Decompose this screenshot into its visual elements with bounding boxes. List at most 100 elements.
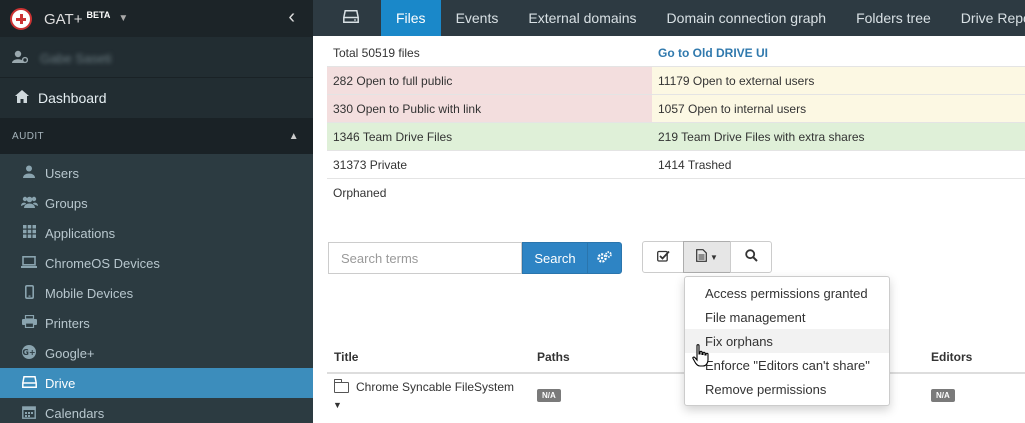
chevron-down-icon[interactable]: ▼ [118, 13, 128, 24]
file-title[interactable]: Chrome Syncable FileSystem [356, 380, 514, 394]
team-drive-stat[interactable]: 1346 Team Drive Files [327, 123, 652, 150]
gat-logo-icon[interactable] [10, 7, 32, 30]
nav-dashboard-label: Dashboard [38, 90, 107, 106]
menu-item-remove-permissions[interactable]: Remove permissions [685, 377, 889, 401]
laptop-icon [19, 255, 39, 271]
sidebar-item-calendars[interactable]: Calendars [0, 398, 313, 423]
search-input[interactable] [328, 242, 522, 274]
section-audit-label: AUDIT [12, 130, 44, 142]
open-public-stat[interactable]: 282 Open to full public [327, 67, 652, 94]
trashed-stat[interactable]: 1414 Trashed [652, 151, 1025, 178]
svg-text:G+: G+ [22, 348, 35, 357]
actions-dropdown-toggle[interactable]: ▼ [683, 241, 731, 273]
search-icon [744, 249, 758, 265]
tab-events[interactable]: Events [441, 0, 514, 36]
file-stats-table: Total 50519 files Go to Old DRIVE UI 282… [327, 39, 1025, 207]
sidebar-item-mobile-devices[interactable]: Mobile Devices [0, 278, 313, 308]
private-stat[interactable]: 31373 Private [327, 151, 652, 178]
team-drive-extra-stat[interactable]: 219 Team Drive Files with extra shares [652, 123, 1025, 150]
sidebar-item-applications[interactable]: Applications [0, 218, 313, 248]
select-all-button[interactable] [642, 241, 684, 273]
sidebar-item-label: Google+ [45, 345, 95, 361]
brand-bar: GAT+ BETA ▼ ‹ [0, 0, 313, 37]
menu-item-fix-orphans[interactable]: Fix orphans [685, 329, 889, 353]
table-header-divider [327, 372, 1025, 374]
tab-domain-connection-graph[interactable]: Domain connection graph [652, 0, 842, 36]
menu-item-enforce-editors[interactable]: Enforce "Editors can't share" [685, 353, 889, 377]
orphaned-stat[interactable]: Orphaned [327, 179, 652, 207]
search-button[interactable]: Search [522, 242, 588, 274]
home-icon [12, 90, 32, 106]
caret-down-icon: ▼ [710, 252, 718, 262]
user-name: Gabe Saseti [40, 51, 112, 66]
stat-row: Total 50519 files Go to Old DRIVE UI [327, 39, 1025, 67]
stat-row: 31373 Private 1414 Trashed [327, 151, 1025, 179]
public-link-stat[interactable]: 330 Open to Public with link [327, 95, 652, 122]
tab-folders-tree[interactable]: Folders tree [841, 0, 946, 36]
sidebar-item-printers[interactable]: Printers [0, 308, 313, 338]
empty-cell [652, 179, 1025, 207]
open-internal-stat[interactable]: 1057 Open to internal users [652, 95, 1025, 122]
sidebar-item-users[interactable]: Users [0, 158, 313, 188]
sidebar-item-label: Users [45, 165, 79, 181]
user-settings-icon [12, 50, 30, 67]
section-audit-header[interactable]: AUDIT ▲ [0, 118, 313, 154]
groups-icon [19, 196, 39, 211]
hard-drive-icon [343, 10, 359, 26]
stat-row: 1346 Team Drive Files 219 Team Drive Fil… [327, 123, 1025, 151]
sidebar-item-label: Groups [45, 195, 88, 211]
mobile-icon [19, 284, 39, 302]
tab-files[interactable]: Files [381, 0, 441, 36]
expand-row-icon[interactable]: ▼ [333, 400, 342, 410]
drive-icon [19, 375, 39, 391]
checkbox-checked-icon [656, 250, 670, 265]
google-plus-icon: G+ [19, 344, 39, 362]
search-files-button[interactable] [730, 241, 772, 273]
beta-badge: BETA [86, 9, 111, 20]
tab-external-domains[interactable]: External domains [513, 0, 651, 36]
column-header-paths[interactable]: Paths [537, 350, 570, 364]
menu-item-file-management[interactable]: File management [685, 305, 889, 329]
grid-icon [19, 225, 39, 241]
nav-dashboard[interactable]: Dashboard [0, 78, 313, 118]
audit-submenu: Users Groups Applications ChromeOS Devic… [0, 154, 313, 423]
sidebar-item-drive[interactable]: Drive [0, 368, 313, 398]
sidebar-item-label: Mobile Devices [45, 285, 134, 301]
actions-dropdown-menu: Access permissions granted File manageme… [684, 276, 890, 406]
old-drive-ui-link[interactable]: Go to Old DRIVE UI [652, 39, 1025, 66]
folder-icon [334, 378, 349, 393]
app-title[interactable]: GAT+ BETA [44, 10, 110, 28]
drive-home-tab[interactable] [313, 0, 381, 36]
user-panel[interactable]: Gabe Saseti [0, 40, 313, 78]
sidebar-item-label: ChromeOS Devices [45, 255, 160, 271]
stat-row: Orphaned [327, 179, 1025, 207]
total-files-stat: Total 50519 files [333, 45, 420, 60]
sidebar-item-label: Printers [45, 315, 90, 331]
chevron-up-icon: ▲ [288, 130, 299, 142]
sidebar-item-label: Calendars [45, 405, 105, 421]
printer-icon [19, 314, 39, 331]
top-nav: Files Events External domains Domain con… [313, 0, 1025, 36]
calendar-icon [19, 405, 39, 422]
paths-badge: N/A [537, 389, 561, 402]
table-row[interactable]: Chrome Syncable FileSystem [334, 378, 514, 394]
hand-cursor-icon [692, 344, 710, 371]
sidebar-item-groups[interactable]: Groups [0, 188, 313, 218]
column-header-title[interactable]: Title [334, 350, 358, 364]
editors-badge: N/A [931, 389, 955, 402]
tab-drive-report[interactable]: Drive Report [946, 0, 1025, 36]
column-header-editors[interactable]: Editors [931, 350, 972, 364]
file-text-icon [696, 249, 707, 265]
collapse-sidebar-icon[interactable]: ‹ [288, 6, 295, 29]
action-button-group: ▼ [642, 241, 772, 273]
user-icon [19, 165, 39, 181]
cogs-icon [597, 250, 612, 266]
advanced-search-button[interactable] [587, 242, 622, 274]
sidebar-item-google-plus[interactable]: G+ Google+ [0, 338, 313, 368]
sidebar-item-label: Applications [45, 225, 116, 241]
sidebar-item-chromeos-devices[interactable]: ChromeOS Devices [0, 248, 313, 278]
menu-item-access-permissions[interactable]: Access permissions granted [685, 281, 889, 305]
open-external-stat[interactable]: 11179 Open to external users [652, 67, 1025, 94]
sidebar-item-label: Drive [45, 375, 76, 391]
stat-row: 282 Open to full public 11179 Open to ex… [327, 67, 1025, 95]
